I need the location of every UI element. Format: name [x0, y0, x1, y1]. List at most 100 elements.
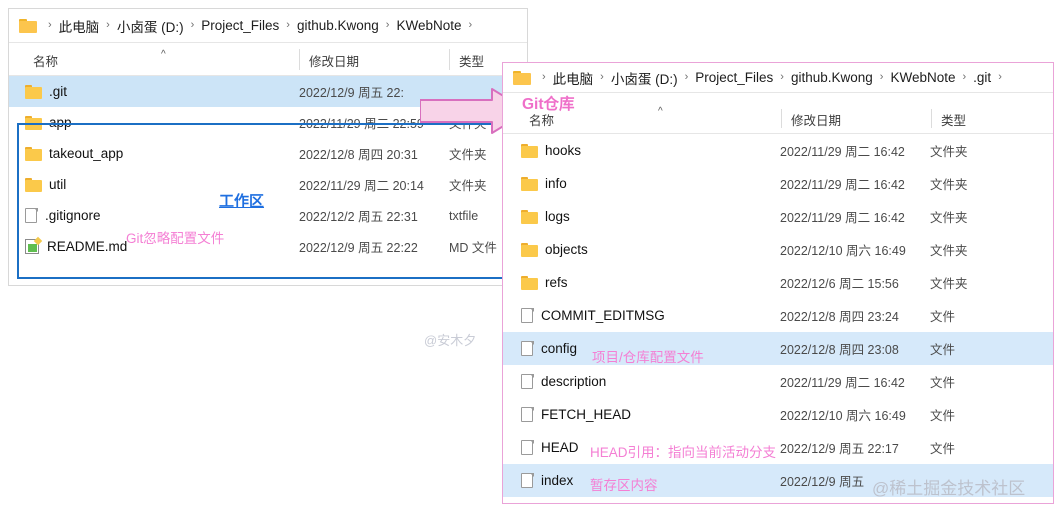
file-name-label: HEAD	[541, 440, 579, 455]
file-name-label: index	[541, 473, 574, 488]
table-row[interactable]: README.md 2022/12/9 周五 22:22 MD 文件	[9, 231, 527, 262]
column-header-name[interactable]: 名称	[33, 51, 58, 75]
file-modified-cell: 2022/11/29 周二 22:59	[299, 117, 424, 131]
breadcrumb-separator: ›	[780, 71, 784, 83]
folder-icon	[521, 275, 538, 290]
table-row[interactable]: objects 2022/12/10 周六 16:49 文件夹	[503, 233, 1053, 266]
sort-ascending-caret: ^	[658, 106, 663, 117]
file-modified-cell: 2022/12/9 周五	[780, 475, 865, 489]
annotation-index: 暂存区内容	[590, 478, 658, 493]
file-name-label: objects	[545, 242, 588, 257]
watermark-center: @安木夕	[424, 333, 477, 348]
file-icon	[521, 307, 534, 324]
file-name-cell: logs	[521, 209, 570, 224]
file-modified-cell: 2022/11/29 周二 16:42	[780, 211, 905, 225]
column-header-type[interactable]: 类型	[459, 51, 484, 75]
breadcrumb-item-3[interactable]: github.Kwong	[297, 18, 379, 33]
file-type-cell: 文件	[930, 310, 956, 324]
file-name-cell: util	[25, 177, 66, 192]
markdown-file-icon	[25, 236, 43, 254]
file-modified-cell: 2022/12/10 周六 16:49	[780, 409, 906, 423]
breadcrumb-separator: ›	[385, 19, 390, 31]
file-modified-cell: 2022/11/29 周二 16:42	[780, 145, 905, 159]
folder-icon	[25, 115, 42, 130]
file-name-label: app	[49, 115, 72, 130]
file-name-cell: info	[521, 176, 567, 191]
file-modified-cell: 2022/12/10 周六 16:49	[780, 244, 906, 258]
file-icon	[521, 472, 534, 489]
file-type-cell: 文件	[930, 343, 956, 357]
folder-icon	[25, 177, 42, 192]
table-row[interactable]: refs 2022/12/6 周二 15:56 文件夹	[503, 266, 1053, 299]
file-name-label: config	[541, 341, 578, 356]
breadcrumb-separator-trailing: ›	[998, 71, 1002, 83]
file-modified-cell: 2022/12/9 周五 22:	[299, 86, 404, 100]
table-row[interactable]: logs 2022/11/29 周二 16:42 文件夹	[503, 200, 1053, 233]
table-row[interactable]: FETCH_HEAD 2022/12/10 周六 16:49 文件	[503, 398, 1053, 431]
folder-icon	[521, 209, 538, 224]
annotation-head: HEAD引用：指向当前活动分支	[590, 445, 777, 460]
file-name-label: .git	[49, 84, 68, 99]
file-name-cell: COMMIT_EDITMSG	[521, 307, 665, 324]
breadcrumb-item-1[interactable]: 小卤蛋 (D:)	[611, 68, 678, 88]
breadcrumb-separator: ›	[600, 71, 604, 83]
table-row[interactable]: COMMIT_EDITMSG 2022/12/8 周四 23:24 文件	[503, 299, 1053, 332]
file-type-cell: 文件夹	[930, 244, 968, 258]
column-header-modified[interactable]: 修改日期	[791, 110, 841, 133]
file-name-cell: refs	[521, 275, 568, 290]
file-name-cell: app	[25, 115, 72, 130]
file-name-label: hooks	[545, 143, 582, 158]
annotation-workspace: 工作区	[219, 193, 265, 210]
table-row[interactable]: util 2022/11/29 周二 20:14 文件夹	[9, 169, 527, 200]
breadcrumb-item-5[interactable]: .git	[973, 70, 991, 85]
file-name-label: FETCH_HEAD	[541, 407, 632, 422]
breadcrumb-item-1[interactable]: 小卤蛋 (D:)	[117, 16, 184, 36]
breadcrumb-item-3[interactable]: github.Kwong	[791, 70, 873, 85]
file-type-cell: 文件夹	[930, 178, 968, 192]
file-name-label: takeout_app	[49, 146, 124, 161]
column-header-type[interactable]: 类型	[941, 110, 966, 133]
folder-icon	[521, 143, 538, 158]
file-name-label: info	[545, 176, 567, 191]
file-type-cell: txtfile	[449, 208, 479, 223]
annotation-config: 项目/仓库配置文件	[592, 350, 704, 365]
breadcrumb-item-0[interactable]: 此电脑	[553, 68, 594, 88]
breadcrumb-item-4[interactable]: KWebNote	[396, 18, 461, 33]
folder-icon	[521, 242, 538, 257]
file-name-cell: .gitignore	[25, 207, 101, 224]
file-type-cell: 文件夹	[930, 211, 968, 225]
breadcrumb-separator: ›	[684, 71, 689, 83]
file-name-cell: takeout_app	[25, 146, 123, 161]
watermark-bottom-right: @稀土掘金技术社区	[872, 479, 1026, 498]
file-name-cell: .git	[25, 84, 67, 99]
file-name-cell: objects	[521, 242, 588, 257]
file-name-label: README.md	[47, 239, 128, 254]
file-modified-cell: 2022/12/8 周四 23:08	[780, 343, 899, 357]
file-icon	[521, 439, 534, 456]
table-row[interactable]: info 2022/11/29 周二 16:42 文件夹	[503, 167, 1053, 200]
table-row[interactable]: takeout_app 2022/12/8 周四 20:31 文件夹	[9, 138, 527, 169]
breadcrumb-item-4[interactable]: KWebNote	[890, 70, 955, 85]
folder-icon	[521, 176, 538, 191]
file-name-cell: README.md	[25, 236, 128, 254]
column-header-modified[interactable]: 修改日期	[309, 51, 359, 75]
file-icon	[521, 373, 534, 390]
breadcrumb-item-0[interactable]: 此电脑	[59, 16, 100, 36]
file-name-cell: description	[521, 373, 606, 390]
file-modified-cell: 2022/12/2 周五 22:31	[299, 210, 418, 224]
breadcrumb[interactable]: › 此电脑 › 小卤蛋 (D:) › Project_Files › github.Kwong…	[9, 9, 527, 43]
file-type-cell: 文件	[930, 376, 956, 390]
breadcrumb[interactable]: › 此电脑 › 小卤蛋 (D:) › Project_Files › github.Kwong…	[503, 63, 1053, 93]
table-row[interactable]: description 2022/11/29 周二 16:42 文件	[503, 365, 1053, 398]
breadcrumb-separator: ›	[106, 19, 110, 31]
table-row[interactable]: hooks 2022/11/29 周二 16:42 文件夹	[503, 134, 1053, 167]
breadcrumb-item-2[interactable]: Project_Files	[695, 70, 773, 85]
table-row[interactable]: .gitignore 2022/12/2 周五 22:31 txtfile	[9, 200, 527, 231]
breadcrumb-item-2[interactable]: Project_Files	[201, 18, 279, 33]
table-row[interactable]: config 2022/12/8 周四 23:08 文件	[503, 332, 1053, 365]
file-type-cell: 文件夹	[930, 277, 968, 291]
sort-ascending-caret: ^	[161, 49, 166, 60]
file-name-cell: index	[521, 472, 574, 489]
table-row[interactable]: HEAD 2022/12/9 周五 22:17 文件	[503, 431, 1053, 464]
column-header-row: 名称 ^ 修改日期 类型	[503, 93, 1053, 134]
